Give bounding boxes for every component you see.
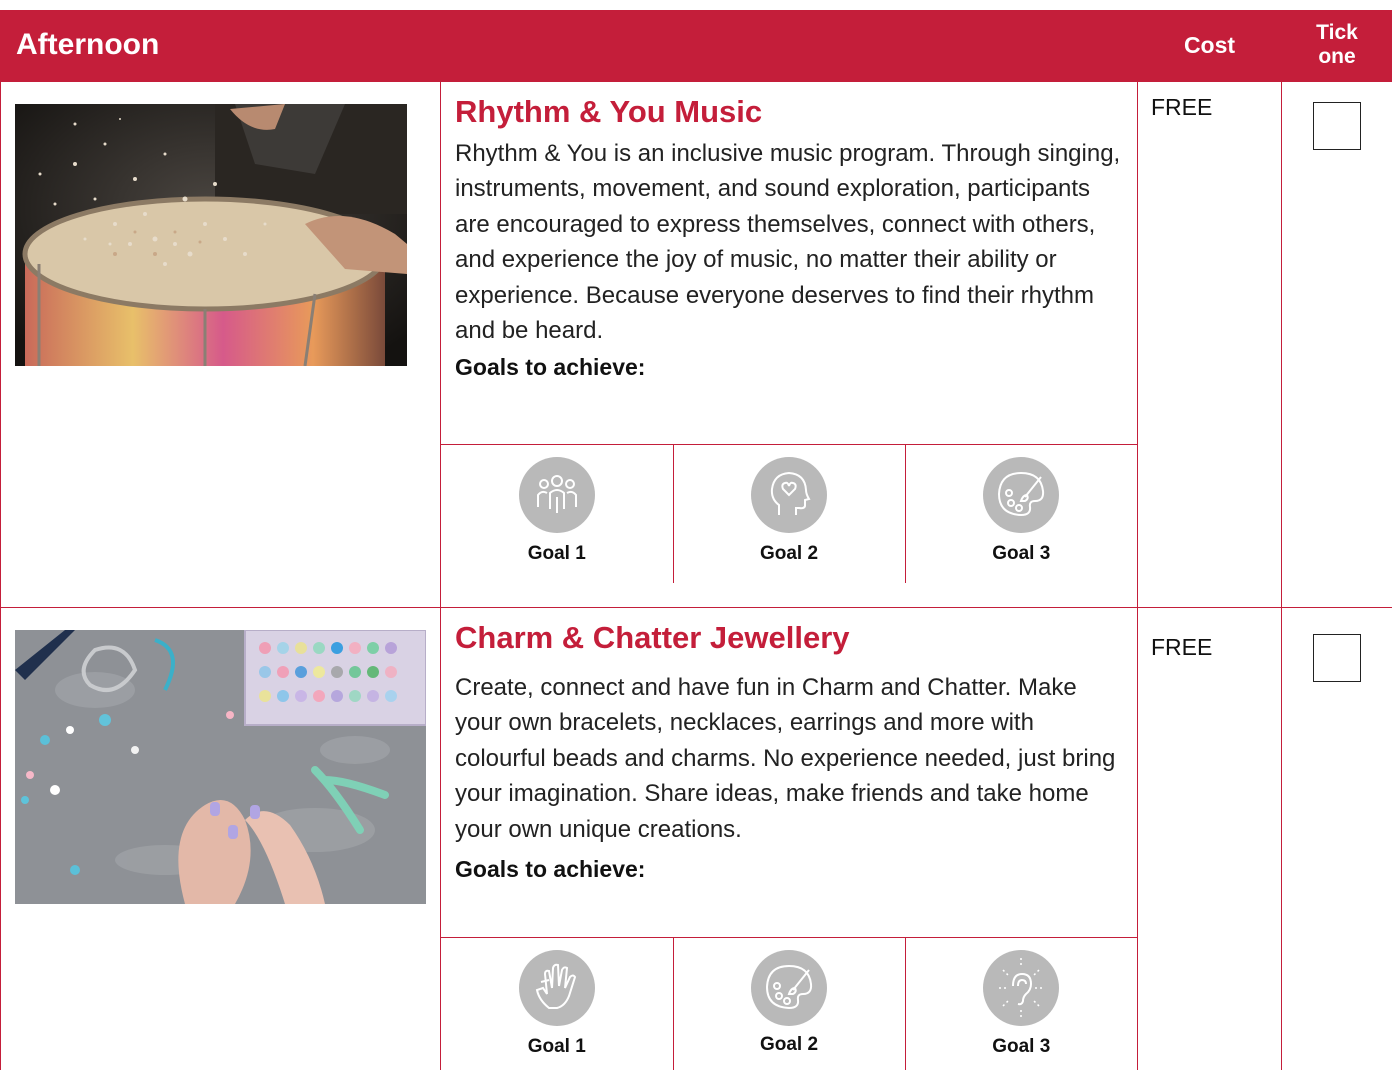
activity-description-cell: Charm & Chatter Jewellery Create, connec… xyxy=(440,606,1138,1070)
goals-label: Goals to achieve: xyxy=(455,856,646,882)
goal-label: Goal 3 xyxy=(992,542,1051,564)
goals-label: Goals to achieve: xyxy=(455,353,646,380)
tick-header-line1: Tick xyxy=(1316,21,1358,45)
goal-cell: Goal 3 xyxy=(904,936,1137,1070)
activity-description: Create, connect and have fun in Charm an… xyxy=(455,673,1116,843)
head-heart-icon xyxy=(751,456,827,533)
goals-table: Goal 1 Goal 2 Goal 3 xyxy=(441,936,1137,1070)
activity-image-cell xyxy=(0,606,441,1070)
cost-column-header: Cost xyxy=(1137,10,1282,81)
people-group-icon xyxy=(518,456,595,533)
activity-description: Rhythm & You is an inclusive music progr… xyxy=(455,139,1121,345)
cost-value: FREE xyxy=(1137,80,1282,608)
goal-label: Goal 2 xyxy=(759,542,819,564)
activity-image-cell xyxy=(0,80,441,608)
tick-cell xyxy=(1281,606,1392,1070)
goal-cell: Goal 2 xyxy=(672,936,906,1070)
jewellery-making-photo xyxy=(15,629,426,904)
tick-checkbox-rhythm[interactable] xyxy=(1313,101,1361,150)
cost-value: FREE xyxy=(1137,606,1282,1070)
tick-column-header: Tick one xyxy=(1281,10,1392,81)
paint-palette-icon xyxy=(751,949,827,1026)
activity-row-rhythm: Rhythm & You Music Rhythm & You is an in… xyxy=(0,80,1392,608)
activity-title: Charm & Chatter Jewellery xyxy=(455,619,850,655)
goals-table: Goal 1 Goal 2 Goal 3 xyxy=(441,443,1137,583)
tick-cell xyxy=(1281,80,1392,608)
drum-confetti-photo xyxy=(15,103,407,366)
goal-cell: Goal 1 xyxy=(441,443,674,583)
header-row: Afternoon Cost Tick one xyxy=(0,10,1392,81)
activity-row-charm: Charm & Chatter Jewellery Create, connec… xyxy=(0,606,1392,1070)
goal-label: Goal 1 xyxy=(527,1035,586,1057)
activity-schedule-page: Afternoon Cost Tick one Rhythm & You Mus… xyxy=(0,0,1392,1070)
activity-description-cell: Rhythm & You Music Rhythm & You is an in… xyxy=(440,80,1138,608)
activity-title: Rhythm & You Music xyxy=(455,93,763,129)
goal-label: Goal 3 xyxy=(992,1035,1051,1057)
goal-cell: Goal 1 xyxy=(441,936,674,1070)
schedule-table: Afternoon Cost Tick one Rhythm & You Mus… xyxy=(0,10,1392,1070)
goal-cell: Goal 3 xyxy=(904,443,1137,583)
session-title: Afternoon xyxy=(0,10,1138,81)
ear-sound-icon xyxy=(983,949,1060,1026)
tick-checkbox-charm[interactable] xyxy=(1313,633,1361,682)
tick-header-line2: one xyxy=(1318,45,1356,69)
goal-label: Goal 2 xyxy=(759,1033,819,1055)
goal-cell: Goal 2 xyxy=(672,443,906,583)
paint-palette-icon xyxy=(983,456,1060,533)
hand-icon xyxy=(518,949,595,1026)
goal-label: Goal 1 xyxy=(527,542,586,564)
